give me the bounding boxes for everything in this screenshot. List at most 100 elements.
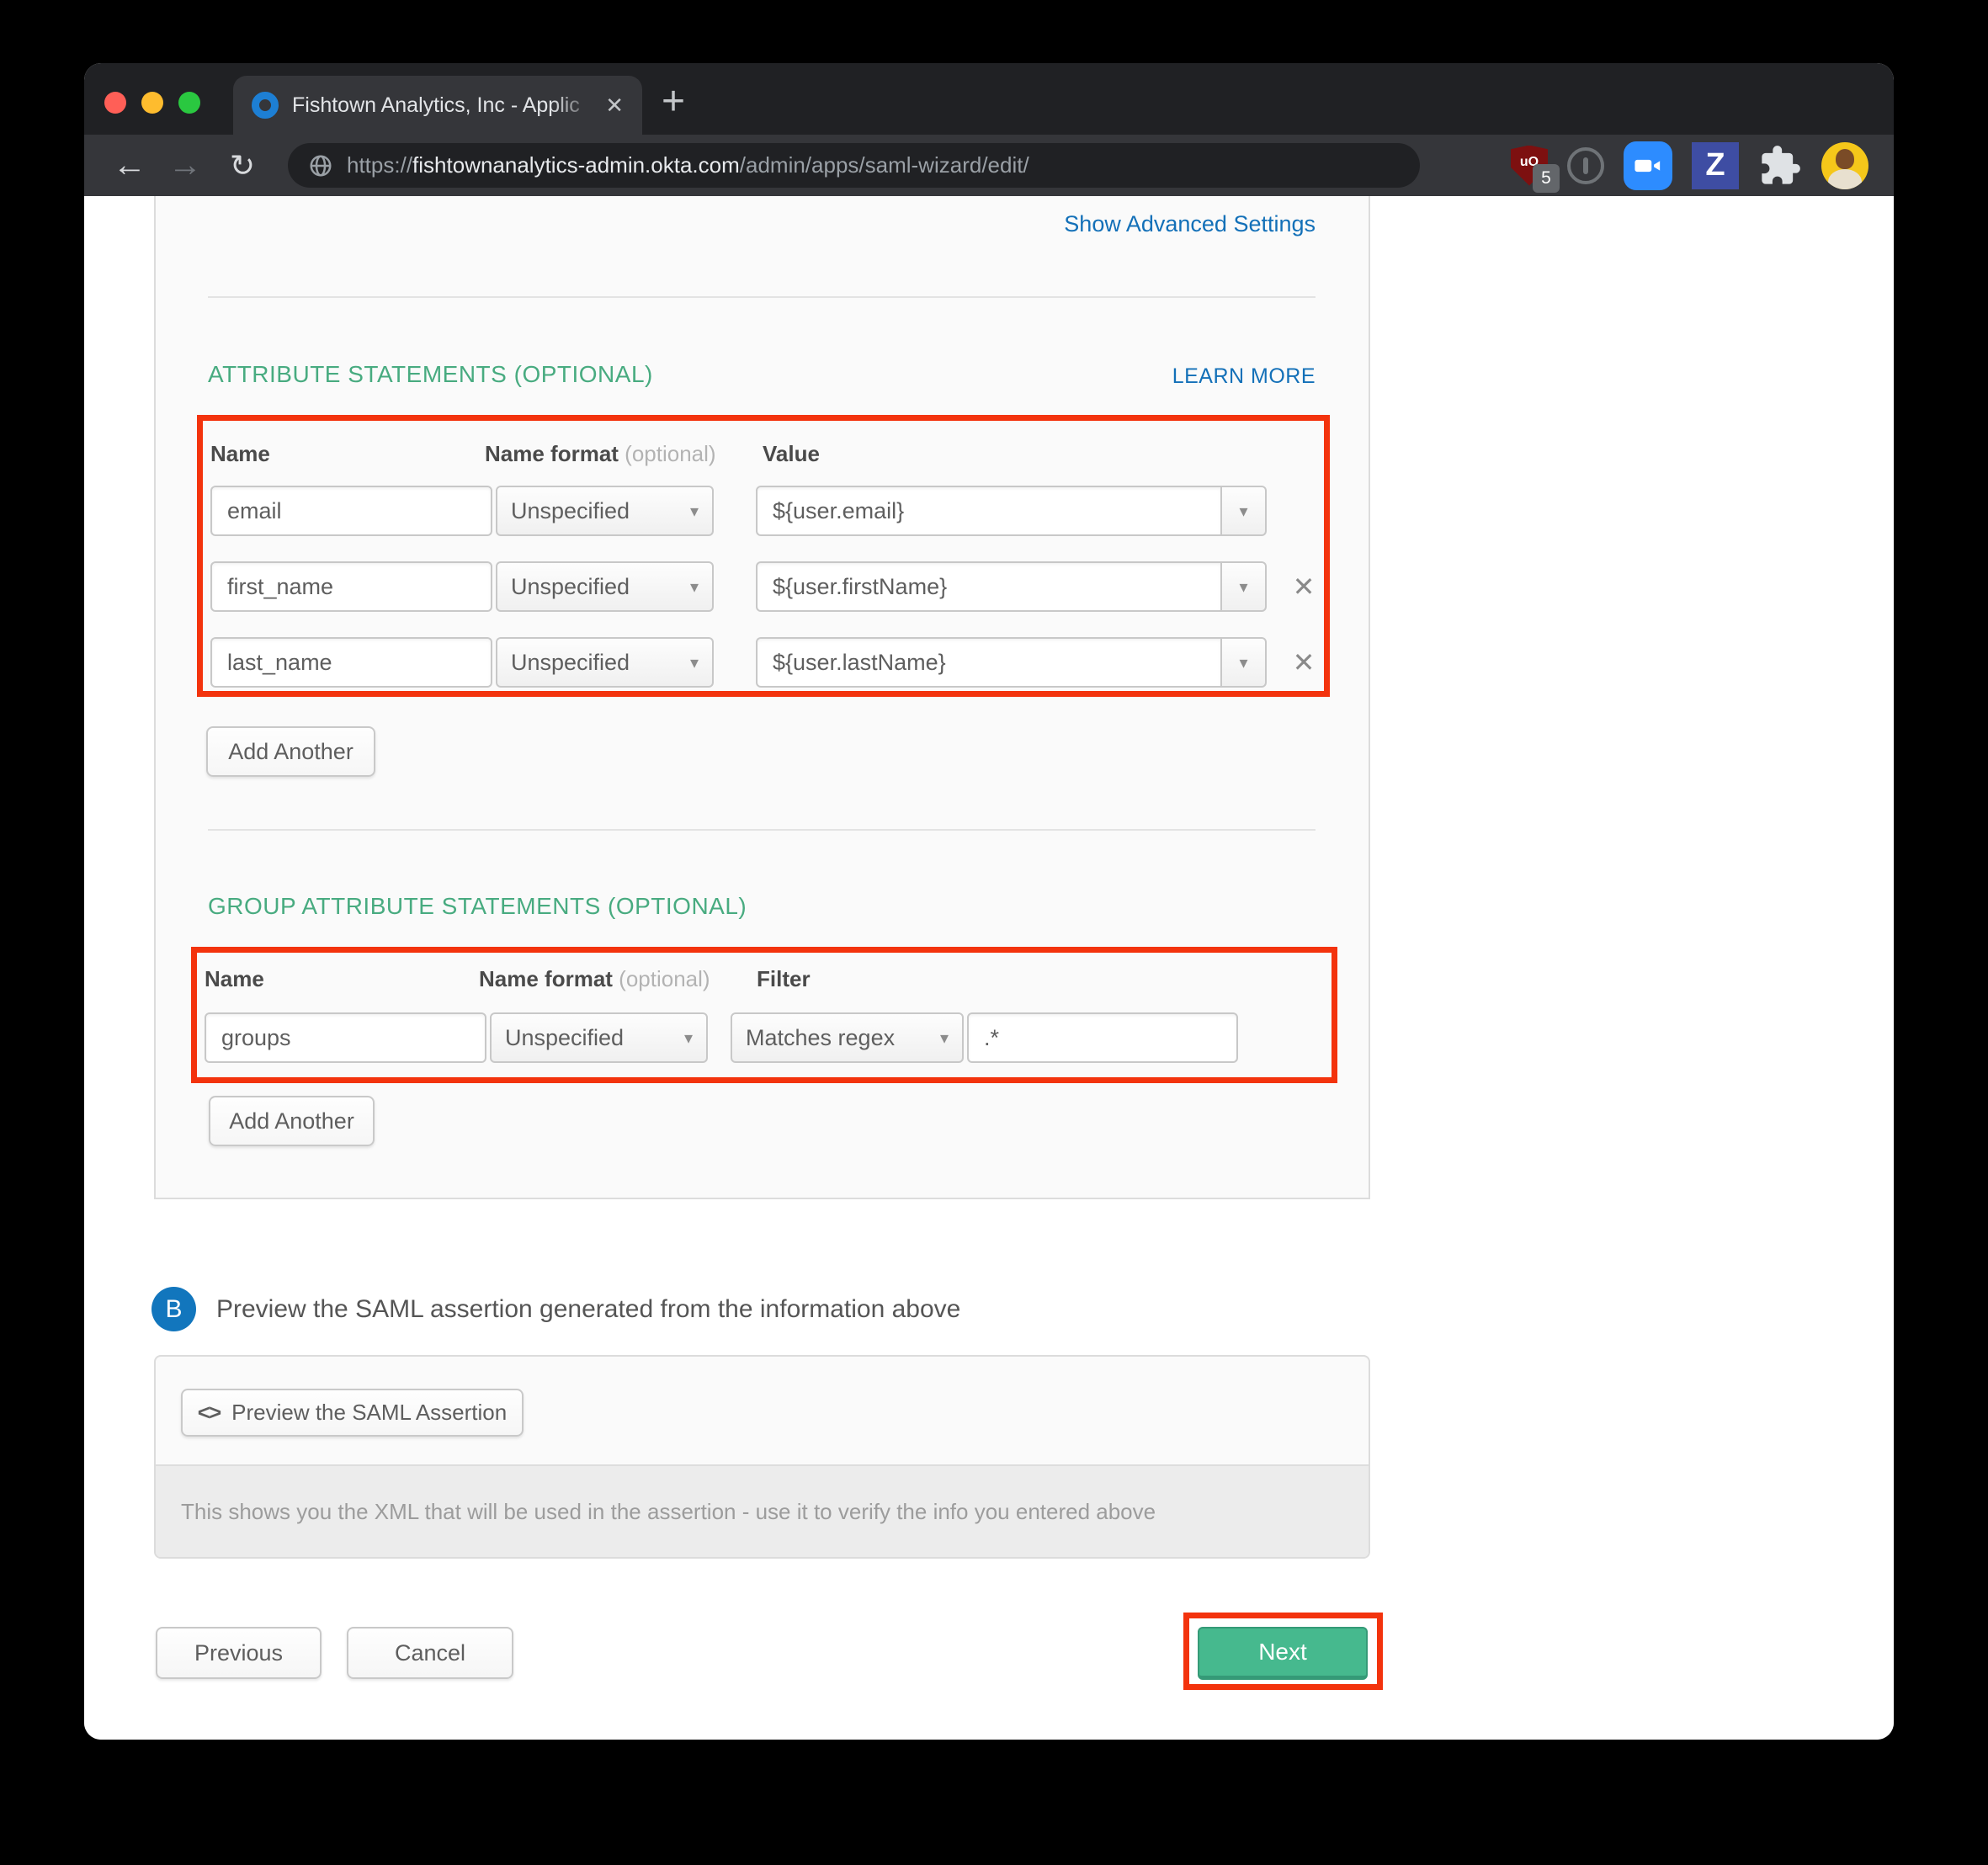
extension-icons: uO 5 Z ⋮ [1511, 135, 1894, 196]
preview-button-label: Preview the SAML Assertion [231, 1400, 507, 1426]
name-format-select[interactable]: Unspecified ▾ [490, 1012, 708, 1063]
group-table-headers: Name Name format (optional) Filter [205, 966, 811, 992]
z-extension-icon[interactable]: Z [1692, 142, 1739, 189]
step-b-badge: B [151, 1287, 196, 1331]
chevron-down-icon: ▾ [940, 1028, 949, 1049]
back-button[interactable]: ← [106, 135, 153, 196]
name-format-value: Unspecified [505, 1025, 624, 1051]
preview-panel: <> Preview the SAML Assertion This shows… [154, 1355, 1370, 1559]
fullscreen-window-button[interactable] [178, 92, 200, 114]
chevron-down-icon: ▾ [1239, 577, 1247, 598]
format-header-label: Name format [479, 966, 613, 991]
chevron-down-icon: ▾ [684, 1028, 693, 1049]
preview-description: This shows you the XML that will be used… [181, 1499, 1156, 1525]
zoom-extension-icon[interactable] [1624, 141, 1672, 190]
minimize-window-button[interactable] [141, 92, 163, 114]
name-format-value: Unspecified [511, 574, 630, 600]
filter-type-select[interactable]: Matches regex ▾ [731, 1012, 964, 1063]
attribute-row: Unspecified ▾ ▾ [210, 486, 1267, 536]
show-advanced-settings-link[interactable]: Show Advanced Settings [1064, 211, 1316, 237]
divider [208, 829, 1316, 831]
value-dropdown-button[interactable]: ▾ [1222, 561, 1267, 612]
add-another-button[interactable]: Add Another [209, 1096, 375, 1146]
filter-type-value: Matches regex [746, 1025, 895, 1051]
attribute-name-input[interactable] [210, 486, 492, 536]
group-attribute-statements-title: GROUP ATTRIBUTE STATEMENTS (OPTIONAL) [208, 893, 747, 920]
url-path: /admin/apps/saml-wizard/edit/ [740, 152, 1029, 178]
profile-avatar[interactable] [1821, 142, 1868, 189]
name-format-value: Unspecified [511, 498, 630, 524]
reload-button[interactable]: ↻ [219, 135, 266, 196]
attribute-value-input[interactable] [756, 637, 1222, 688]
filter-column-header: Filter [757, 966, 811, 992]
chevron-down-icon: ▾ [690, 652, 699, 673]
attribute-value-input[interactable] [756, 486, 1222, 536]
attribute-statements-annotation-box: Name Name format (optional) Value Unspec… [197, 415, 1330, 697]
value-dropdown-button[interactable]: ▾ [1222, 637, 1267, 688]
attribute-statements-title: ATTRIBUTE STATEMENTS (OPTIONAL) [208, 361, 653, 388]
format-header-label: Name format [485, 441, 619, 466]
ublock-badge: 5 [1533, 164, 1560, 193]
chevron-down-icon: ▾ [690, 577, 699, 598]
ublock-extension-icon[interactable]: uO 5 [1511, 146, 1548, 186]
url-text: https://fishtownanalytics-admin.okta.com… [347, 152, 1029, 178]
url-domain: fishtownanalytics-admin.okta.com [412, 152, 740, 178]
attribute-name-input[interactable] [210, 561, 492, 612]
delete-row-icon[interactable]: ✕ [1287, 561, 1321, 612]
format-optional-label: (optional) [619, 966, 710, 991]
chevron-down-icon: ▾ [1239, 652, 1247, 673]
name-format-select[interactable]: Unspecified ▾ [496, 561, 714, 612]
browser-toolbar: ← → ↻ https://fishtownanalytics-admin.ok… [84, 135, 1894, 196]
name-format-select[interactable]: Unspecified ▾ [496, 486, 714, 536]
video-camera-icon [1634, 151, 1662, 180]
next-button[interactable]: Next [1198, 1627, 1368, 1680]
value-column-header: Value [763, 441, 820, 467]
name-format-value: Unspecified [511, 650, 630, 676]
attribute-row: Unspecified ▾ ▾ ✕ [210, 561, 1321, 612]
value-combobox: ▾ [756, 486, 1267, 536]
forward-button: → [162, 135, 209, 196]
cancel-button[interactable]: Cancel [347, 1627, 513, 1679]
value-combobox: ▾ [756, 637, 1267, 688]
url-scheme: https:// [347, 152, 412, 178]
code-icon: <> [198, 1400, 220, 1426]
format-column-header: Name format (optional) [485, 441, 763, 467]
name-format-select[interactable]: Unspecified ▾ [496, 637, 714, 688]
new-tab-button[interactable]: + [662, 77, 685, 127]
value-combobox: ▾ [756, 561, 1267, 612]
attribute-name-input[interactable] [210, 637, 492, 688]
filter-value-input[interactable] [967, 1012, 1238, 1063]
saml-settings-card: Show Advanced Settings ATTRIBUTE STATEME… [154, 196, 1370, 1199]
tab-strip: Fishtown Analytics, Inc - Applic ✕ + [84, 63, 1894, 135]
value-dropdown-button[interactable]: ▾ [1222, 486, 1267, 536]
learn-more-link[interactable]: LEARN MORE [1172, 364, 1316, 389]
password-manager-extension-icon[interactable] [1567, 147, 1604, 184]
tab-title: Fishtown Analytics, Inc - Applic [292, 93, 597, 118]
extensions-puzzle-icon[interactable] [1758, 144, 1802, 188]
attribute-table-headers: Name Name format (optional) Value [210, 441, 820, 467]
preview-description-strip: This shows you the XML that will be used… [156, 1464, 1369, 1557]
format-optional-label: (optional) [625, 441, 715, 466]
attribute-value-input[interactable] [756, 561, 1222, 612]
group-attribute-row: Unspecified ▾ Matches regex ▾ [205, 1012, 1238, 1063]
previous-button[interactable]: Previous [156, 1627, 322, 1679]
okta-favicon-icon [252, 92, 279, 119]
chrome-menu-icon[interactable]: ⋮ [1888, 148, 1894, 183]
group-attribute-annotation-box: Name Name format (optional) Filter Unspe… [191, 947, 1337, 1083]
page-content: Show Advanced Settings ATTRIBUTE STATEME… [84, 196, 1894, 1740]
add-another-button[interactable]: Add Another [206, 726, 375, 777]
attribute-row: Unspecified ▾ ▾ ✕ [210, 637, 1321, 688]
close-window-button[interactable] [104, 92, 126, 114]
address-bar[interactable]: https://fishtownanalytics-admin.okta.com… [288, 143, 1420, 188]
browser-tab[interactable]: Fishtown Analytics, Inc - Applic ✕ [233, 76, 642, 135]
preview-saml-assertion-button[interactable]: <> Preview the SAML Assertion [181, 1389, 524, 1437]
chevron-down-icon: ▾ [690, 501, 699, 522]
tab-close-icon[interactable]: ✕ [605, 93, 624, 119]
window-controls [104, 92, 200, 114]
group-name-input[interactable] [205, 1012, 486, 1063]
format-column-header: Name format (optional) [479, 966, 757, 992]
browser-window: Fishtown Analytics, Inc - Applic ✕ + ← →… [84, 63, 1894, 1740]
delete-row-icon[interactable]: ✕ [1287, 637, 1321, 688]
preview-section-heading: Preview the SAML assertion generated fro… [216, 1295, 960, 1324]
name-column-header: Name [205, 966, 479, 992]
